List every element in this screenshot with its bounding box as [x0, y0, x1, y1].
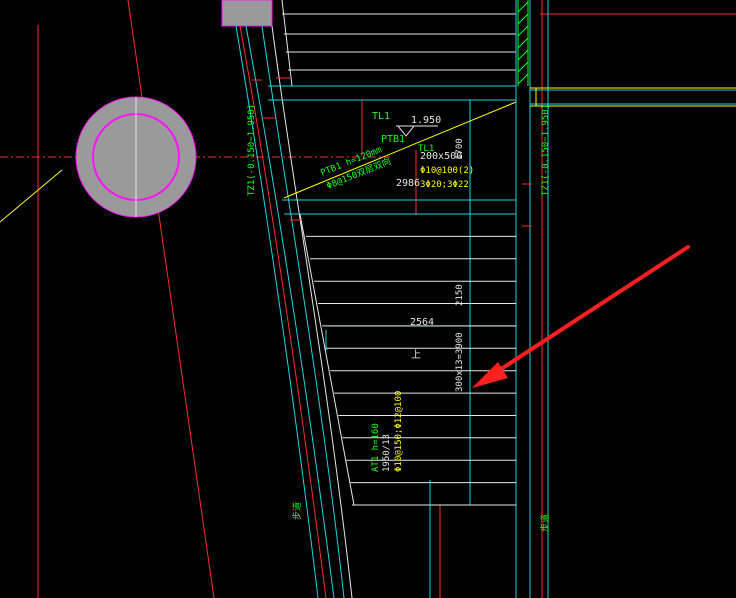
label-at1-line3: Φ10@150;Φ12@100: [394, 391, 404, 472]
label-stair-steps: 300x13=3900: [455, 332, 465, 392]
label-tz-right: TZ1(-0.150~1.950): [541, 104, 551, 196]
label-beam-size: 200x500: [420, 151, 462, 162]
label-at1-line1: AT1 h=160: [371, 423, 381, 472]
round-column: [75, 96, 197, 218]
label-2150: 2150: [455, 284, 465, 306]
label-at1-line2: 1950/13: [382, 434, 392, 472]
label-tz-left: TZ1(-0.150~1.950): [247, 104, 257, 196]
label-tl1-upper: TL1: [372, 111, 390, 122]
label-level-value: 1.950: [411, 115, 441, 126]
label-beam-bars: 3Φ20;3Φ22: [420, 180, 469, 190]
label-span-2564: 2564: [410, 317, 434, 328]
label-up-mark: 上: [411, 349, 421, 361]
label-beam-length: 2986: [396, 178, 420, 189]
label-ptb1: PTB1: [381, 134, 405, 145]
top-column-block: [221, 0, 273, 27]
label-green-lower-right: 步道: [539, 514, 551, 532]
label-beam-stirrup: Φ10@100(2): [420, 166, 474, 176]
label-green-lower-left: 步道: [291, 502, 303, 520]
cad-stair-plan-canvas: TL1 1.950 PTB1 TL1 1700 200x500 Φ10@100(…: [0, 0, 736, 598]
